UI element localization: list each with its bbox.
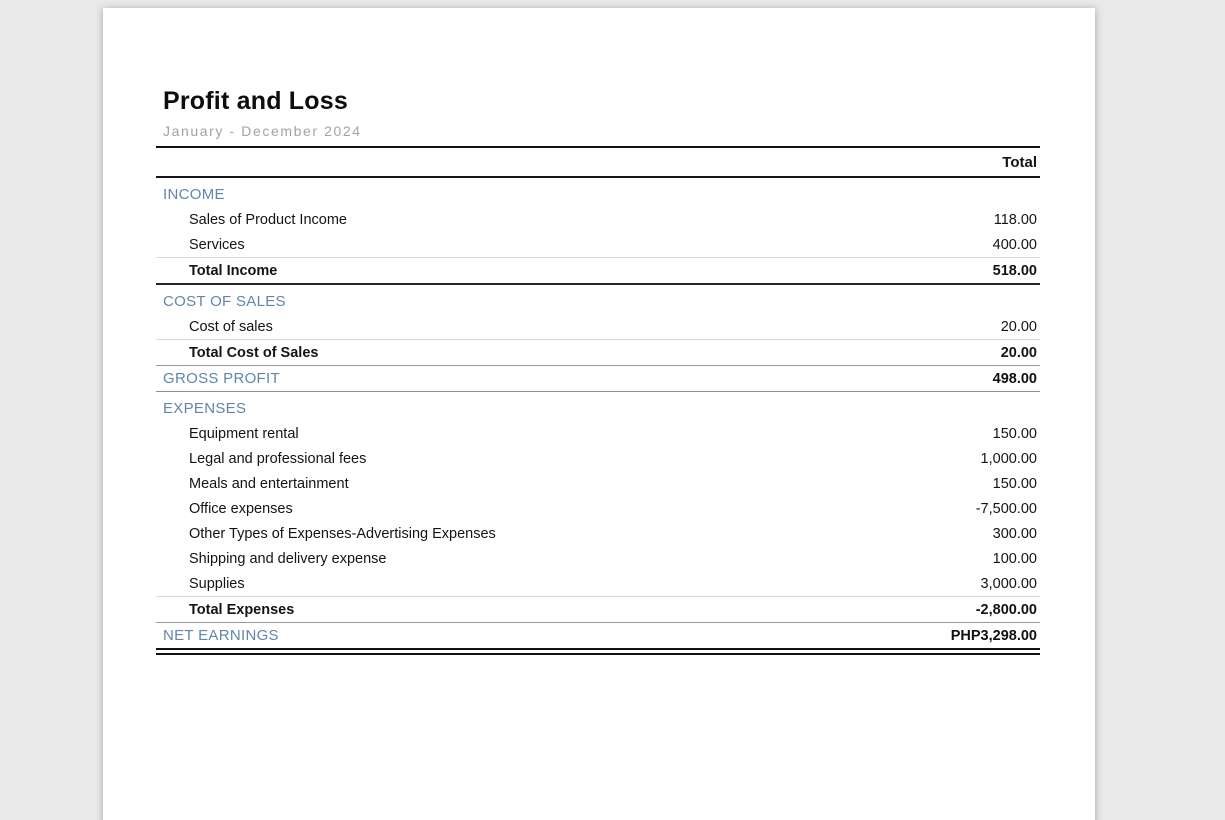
table-header-row: Total [156, 148, 1040, 178]
row-value: 498.00 [992, 370, 1037, 387]
report-viewport: Profit and Loss January - December 2024 … [0, 0, 1225, 820]
table-row-item: Shipping and delivery expense 100.00 [156, 546, 1040, 571]
row-value: -7,500.00 [975, 500, 1037, 517]
row-value: 3,000.00 [980, 575, 1037, 592]
table-row-total: Total Cost of Sales 20.00 [156, 339, 1040, 366]
row-value: 20.00 [1000, 344, 1037, 361]
row-value: -2,800.00 [975, 601, 1037, 618]
table-row-item: Meals and entertainment 150.00 [156, 471, 1040, 496]
row-label: Total Cost of Sales [189, 344, 319, 361]
row-value: 1,000.00 [980, 450, 1037, 467]
row-label: Legal and professional fees [189, 450, 367, 467]
report-content: Profit and Loss January - December 2024 … [156, 8, 1040, 655]
table-row-total: Total Income 518.00 [156, 257, 1040, 285]
row-label: GROSS PROFIT [163, 370, 280, 387]
table-row-item: Other Types of Expenses-Advertising Expe… [156, 521, 1040, 546]
row-label: Sales of Product Income [189, 211, 347, 228]
row-value: 150.00 [992, 475, 1037, 492]
report-page: Profit and Loss January - December 2024 … [103, 8, 1095, 820]
row-label: Total Income [189, 262, 278, 279]
table-row-section: INCOME [156, 182, 1040, 207]
column-header-total: Total [1002, 153, 1037, 171]
row-value: 400.00 [992, 236, 1037, 253]
row-value: 20.00 [1000, 318, 1037, 335]
row-label: NET EARNINGS [163, 627, 279, 644]
table-row-summary: GROSS PROFIT 498.00 [156, 366, 1040, 392]
table-row-item: Supplies 3,000.00 [156, 571, 1040, 596]
table-row-item: Office expenses -7,500.00 [156, 496, 1040, 521]
table-row-section: EXPENSES [156, 396, 1040, 421]
report-rows: INCOME Sales of Product Income 118.00 Se… [156, 182, 1040, 655]
row-label: Total Expenses [189, 601, 295, 618]
row-value: 100.00 [992, 550, 1037, 567]
table-row-item: Cost of sales 20.00 [156, 314, 1040, 339]
row-value: 150.00 [992, 425, 1037, 442]
table-row-item: Equipment rental 150.00 [156, 421, 1040, 446]
table-row-total: Total Expenses -2,800.00 [156, 596, 1040, 623]
row-label: EXPENSES [163, 400, 247, 417]
row-label: INCOME [163, 186, 225, 203]
row-label: Equipment rental [189, 425, 299, 442]
table-row-summary: NET EARNINGS PHP3,298.00 [156, 623, 1040, 655]
row-label: Cost of sales [189, 318, 273, 335]
table-row-section: COST OF SALES [156, 289, 1040, 314]
report-date-range: January - December 2024 [156, 123, 1040, 148]
row-value: PHP3,298.00 [950, 627, 1037, 644]
row-value: 118.00 [993, 211, 1037, 228]
row-label: Shipping and delivery expense [189, 550, 387, 567]
row-value: 300.00 [992, 525, 1037, 542]
row-label: Office expenses [189, 500, 293, 517]
row-label: Other Types of Expenses-Advertising Expe… [189, 525, 496, 542]
table-row-item: Legal and professional fees 1,000.00 [156, 446, 1040, 471]
table-row-item: Services 400.00 [156, 232, 1040, 257]
row-value: 518.00 [992, 262, 1037, 279]
row-label: Services [189, 236, 245, 253]
row-label: COST OF SALES [163, 293, 286, 310]
table-row-item: Sales of Product Income 118.00 [156, 207, 1040, 232]
page-title: Profit and Loss [163, 87, 348, 115]
row-label: Supplies [189, 575, 245, 592]
row-label: Meals and entertainment [189, 475, 349, 492]
